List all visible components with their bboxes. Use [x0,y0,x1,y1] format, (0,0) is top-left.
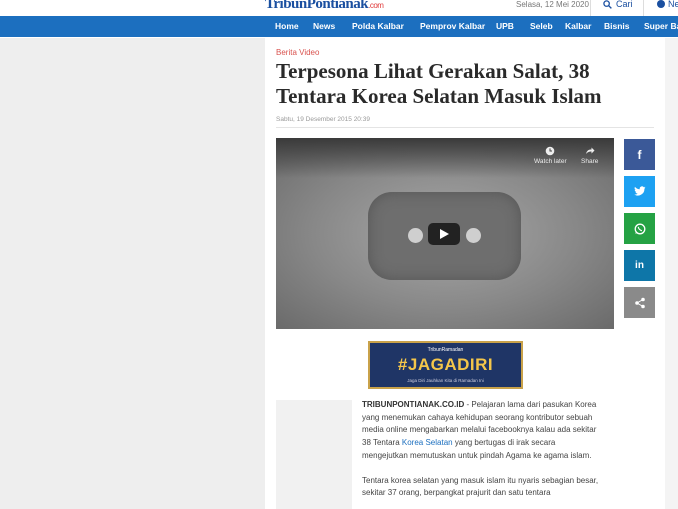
nav-upb[interactable]: UPB [496,21,514,31]
user-icon [657,0,665,8]
linkedin-share-button[interactable]: in [624,250,655,281]
play-icon[interactable] [428,223,460,245]
left-blank-column [0,38,265,509]
article-title: Terpesona Lihat Gerakan Salat, 38 Tentar… [276,59,602,108]
watch-later-button[interactable]: Watch later [534,146,567,165]
thumbnail-dot-left [408,228,423,243]
jagadiri-banner[interactable]: TribunRamadan #JAGADIRI Jaga Diri Jauhka… [368,341,523,389]
site-logo[interactable]: TribunPontianak.com [265,0,384,13]
logo-domain: .com [368,1,384,10]
banner-hashtag: #JAGADIRI [397,355,494,374]
paragraph: TRIBUNPONTIANAK.CO.ID - Pelajaran lama d… [362,399,602,463]
share-icon [634,297,645,308]
ad-placeholder [276,400,352,509]
whatsapp-icon [634,223,645,234]
divider [276,127,654,128]
video-share-button[interactable]: Share [581,146,598,165]
user-label: Ne [668,0,678,9]
nav-pemprov-kalbar[interactable]: Pemprov Kalbar [420,21,485,31]
watch-later-label: Watch later [534,158,567,165]
whatsapp-share-button[interactable] [624,213,655,244]
search-label: Cari [616,0,633,9]
lead-source: TRIBUNPONTIANAK.CO.ID [362,400,465,409]
banner-tagline: Jaga Diri Jauhkan Kita di Ramadan Ini [407,378,484,383]
share-label: Share [581,158,599,165]
nav-super-ball[interactable]: Super Ball [644,21,678,31]
article-body: TRIBUNPONTIANAK.CO.ID - Pelajaran lama d… [362,399,602,509]
top-bar: TribunPontianak.com Selasa, 12 Mei 2020 … [0,0,678,16]
paragraph: Tentara korea selatan yang masuk islam i… [362,475,599,498]
search-icon [603,0,612,9]
facebook-share-button[interactable]: f [624,139,655,170]
more-share-button[interactable] [624,287,655,318]
tag-link-korea-selatan[interactable]: Korea Selatan [402,438,453,447]
video-player[interactable]: Watch later Share [276,138,614,329]
banner-brand: TribunRamadan [427,347,464,353]
nav-bisnis[interactable]: Bisnis [604,21,630,31]
facebook-icon: f [637,147,642,162]
nav-news[interactable]: News [313,21,335,31]
divider [643,0,644,16]
logo-text: TribunPontianak [265,0,369,12]
current-date: Selasa, 12 Mei 2020 [516,0,589,9]
nav-kalbar[interactable]: Kalbar [565,21,591,31]
user-menu[interactable]: Ne [657,0,678,9]
clock-icon [546,146,555,156]
twitter-share-button[interactable] [624,176,655,207]
article-date: Sabtu, 19 Desember 2015 20:39 [276,116,370,123]
article: Berita Video Terpesona Lihat Gerakan Sal… [265,38,665,509]
search-button[interactable]: Cari [603,0,633,9]
thumbnail-dot-right [466,228,481,243]
twitter-icon [633,186,645,196]
share-arrow-icon [585,147,595,154]
article-category[interactable]: Berita Video [276,48,319,57]
right-sidebar [665,38,678,509]
main-nav: Home News Polda Kalbar Pemprov Kalbar UP… [0,16,678,37]
nav-home[interactable]: Home [275,21,299,31]
nav-seleb[interactable]: Seleb [530,21,553,31]
nav-polda-kalbar[interactable]: Polda Kalbar [352,21,404,31]
linkedin-icon: in [635,260,644,271]
divider [590,0,591,16]
